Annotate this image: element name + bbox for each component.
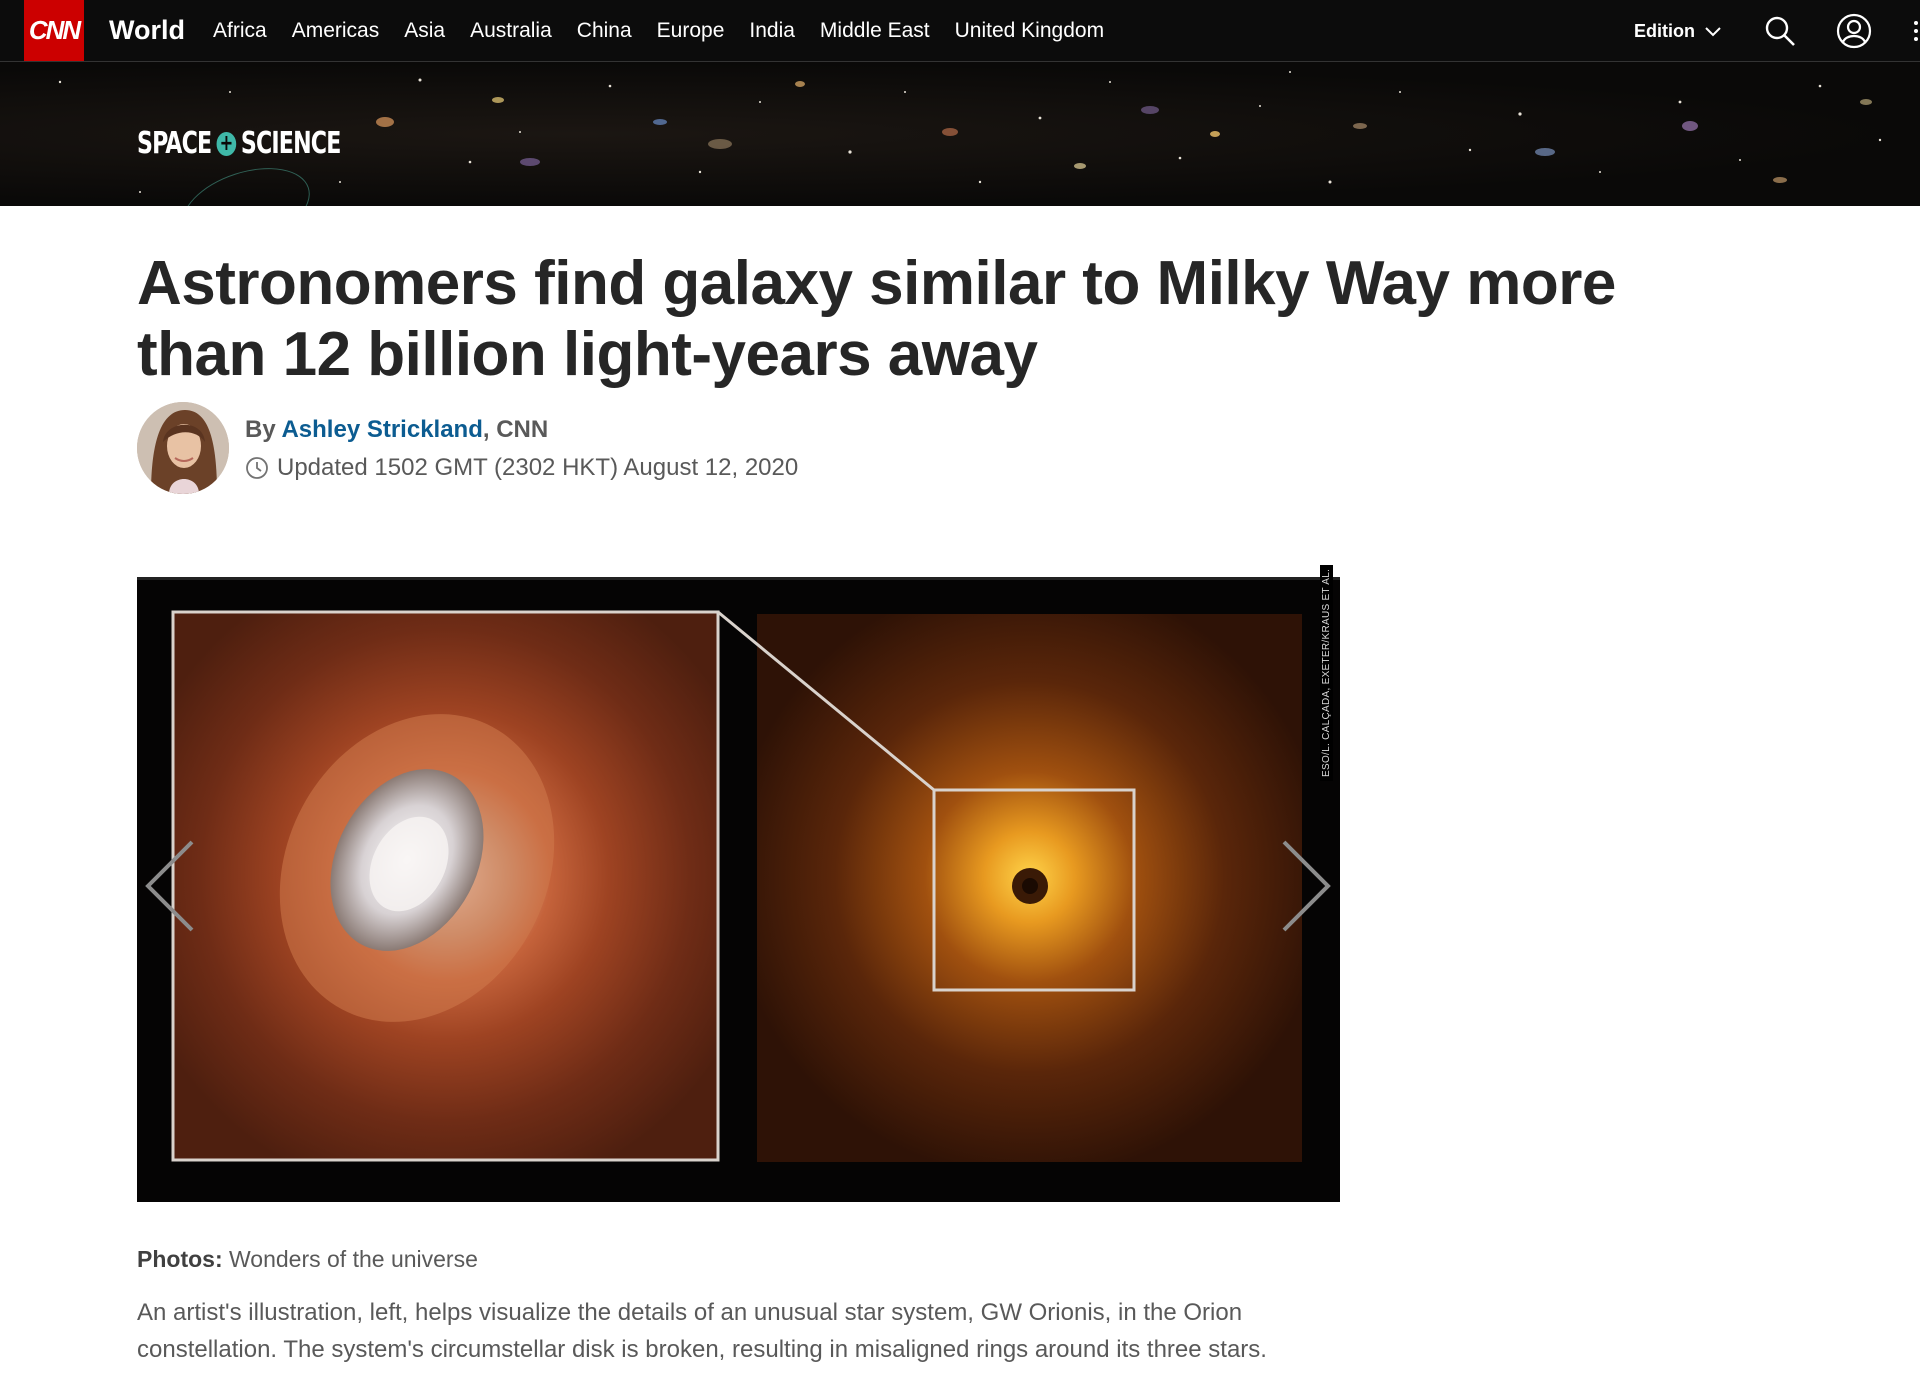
nav-link-americas[interactable]: Americas bbox=[292, 19, 380, 43]
photo-gallery[interactable] bbox=[137, 577, 1340, 1202]
nav-link-europe[interactable]: Europe bbox=[657, 19, 725, 43]
nav-link-africa[interactable]: Africa bbox=[213, 19, 267, 43]
caption-label: Photos: bbox=[137, 1246, 223, 1272]
gallery-next-arrow-icon[interactable] bbox=[1280, 838, 1334, 934]
update-timestamp: Updated 1502 GMT (2302 HKT) August 12, 2… bbox=[245, 454, 798, 482]
nav-link-australia[interactable]: Australia bbox=[470, 19, 552, 43]
timestamp-text: Updated 1502 GMT (2302 HKT) August 12, 2… bbox=[277, 454, 799, 481]
space-science-brand[interactable]: SPACE + SCIENCE bbox=[137, 126, 341, 161]
gw-orionis-image bbox=[171, 610, 1302, 1162]
section-title[interactable]: World bbox=[109, 15, 185, 46]
section-banner: SPACE + SCIENCE bbox=[0, 62, 1920, 206]
article-headline: Astronomers find galaxy similar to Milky… bbox=[137, 249, 1616, 389]
nav-link-united-kingdom[interactable]: United Kingdom bbox=[955, 19, 1104, 43]
gallery-prev-arrow-icon[interactable] bbox=[142, 838, 196, 934]
nav-links: Africa Americas Asia Australia China Eur… bbox=[213, 19, 1129, 43]
author-link[interactable]: Ashley Strickland bbox=[281, 416, 482, 443]
nav-link-asia[interactable]: Asia bbox=[404, 19, 445, 43]
author-avatar[interactable] bbox=[137, 402, 229, 494]
top-nav: CNN World Africa Americas Asia Australia… bbox=[0, 0, 1920, 62]
cnn-logo[interactable]: CNN bbox=[24, 0, 84, 61]
more-icon[interactable] bbox=[1910, 18, 1920, 46]
edition-menu[interactable]: Edition bbox=[1634, 21, 1721, 42]
search-icon[interactable] bbox=[1762, 13, 1798, 49]
byline-outlet: , CNN bbox=[482, 416, 549, 443]
nav-link-india[interactable]: India bbox=[749, 19, 795, 43]
gallery-caption-text: An artist's illustration, left, helps vi… bbox=[137, 1299, 1267, 1363]
caption-gallery-name: Wonders of the universe bbox=[222, 1246, 478, 1272]
clock-icon bbox=[246, 457, 268, 479]
nav-link-china[interactable]: China bbox=[577, 19, 632, 43]
photo-credit: ESO/L. CALÇADA, EXETER/KRAUS ET AL. bbox=[1320, 556, 1336, 781]
byline-prefix: By bbox=[245, 416, 282, 443]
gallery-caption-title: Photos: Wonders of the universe bbox=[137, 1246, 478, 1273]
brand-science-text: SCIENCE bbox=[240, 126, 341, 161]
brand-space-text: SPACE bbox=[137, 126, 212, 161]
byline: By Ashley Strickland, CNN bbox=[245, 416, 548, 444]
account-icon[interactable] bbox=[1836, 13, 1872, 49]
photo-credit-text: ESO/L. CALÇADA, EXETER/KRAUS ET AL. bbox=[1320, 564, 1333, 781]
nav-link-middle-east[interactable]: Middle East bbox=[820, 19, 930, 43]
plus-icon: + bbox=[216, 131, 236, 156]
edition-label: Edition bbox=[1634, 21, 1695, 41]
chevron-down-icon bbox=[1705, 26, 1721, 36]
